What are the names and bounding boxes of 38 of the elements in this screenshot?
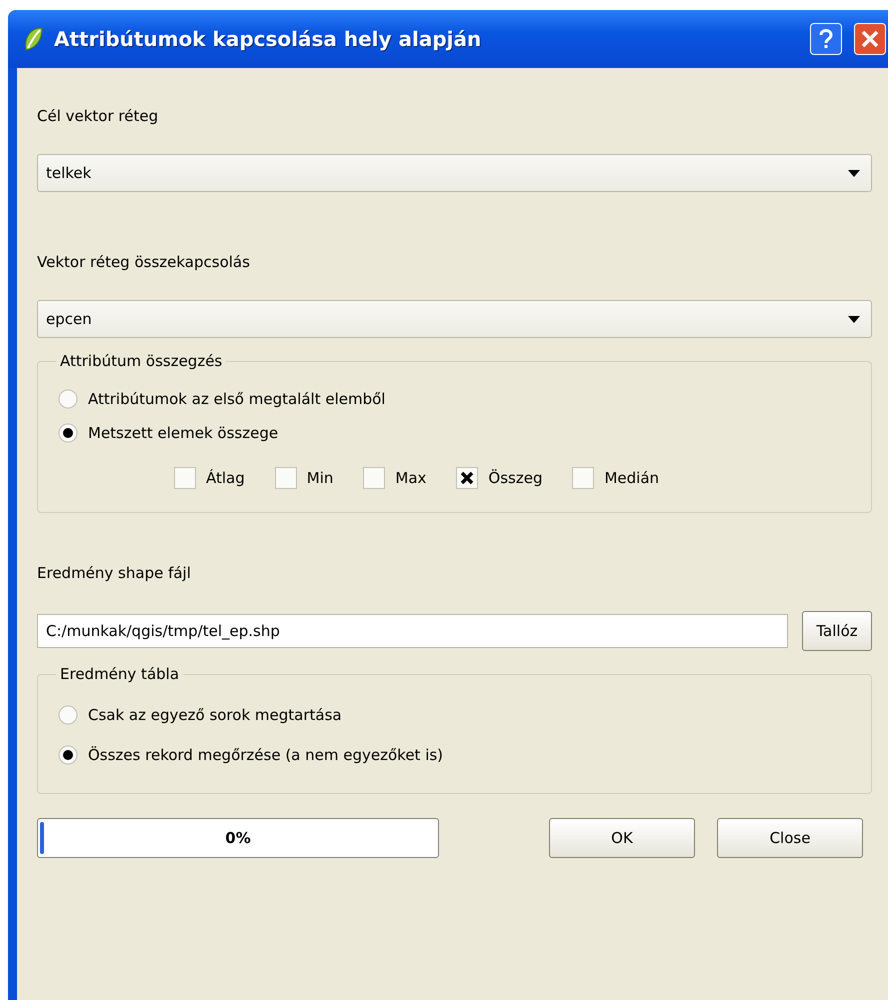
checkbox-label: Max <box>395 469 426 487</box>
checkbox[interactable] <box>174 467 196 489</box>
radio-button[interactable] <box>58 705 78 725</box>
close-icon <box>861 30 879 48</box>
checkbox-label: Összeg <box>488 469 542 487</box>
layer-dropdown[interactable]: telkek <box>37 154 872 192</box>
progress-text: 0% <box>225 829 251 847</box>
close-button[interactable] <box>854 23 886 55</box>
radio-button[interactable] <box>58 423 78 443</box>
window-title: Attribútumok kapcsolása hely alapján <box>54 27 482 51</box>
group-title: Attribútum összegzés <box>59 352 224 370</box>
checkbox[interactable] <box>572 467 594 489</box>
file-path-field[interactable]: C:/munkak/qgis/tmp/tel_ep.shp <box>37 614 788 648</box>
group-title: Eredmény tábla <box>59 665 180 683</box>
checkbox-label: Min <box>306 469 334 487</box>
radio-button[interactable] <box>58 745 78 765</box>
browse-button[interactable]: Tallóz <box>802 611 872 651</box>
radio-label: Metszett elemek összege <box>88 424 278 442</box>
leaf-icon <box>22 26 44 52</box>
question-mark-icon <box>818 28 834 50</box>
checkbox[interactable] <box>363 467 386 489</box>
radio-label: Összes rekord megőrzése (a nem egyezőket is) <box>88 746 444 764</box>
dropdown-arrow-icon[interactable] <box>847 168 861 178</box>
layer-dropdown[interactable]: epcen <box>37 300 872 338</box>
checkbox[interactable] <box>456 467 478 489</box>
dialog-button[interactable]: Close <box>717 818 863 858</box>
checkbox[interactable] <box>274 467 297 489</box>
field-label: Cél vektor réteg <box>37 106 160 127</box>
checkbox-label: Medián <box>604 469 660 487</box>
field-label: Vektor réteg összekapcsolás <box>37 252 251 273</box>
dialog-button[interactable]: OK <box>549 818 695 858</box>
radio-label: Csak az egyező sorok megtartása <box>88 706 342 724</box>
field-label: Eredmény shape fájl <box>37 563 192 584</box>
checkbox-label: Átlag <box>206 469 245 487</box>
radio-label: Attribútumok az első megtalált elemből <box>88 390 386 408</box>
help-button[interactable] <box>810 23 842 55</box>
dropdown-arrow-icon[interactable] <box>847 314 861 324</box>
radio-button[interactable] <box>58 389 78 409</box>
